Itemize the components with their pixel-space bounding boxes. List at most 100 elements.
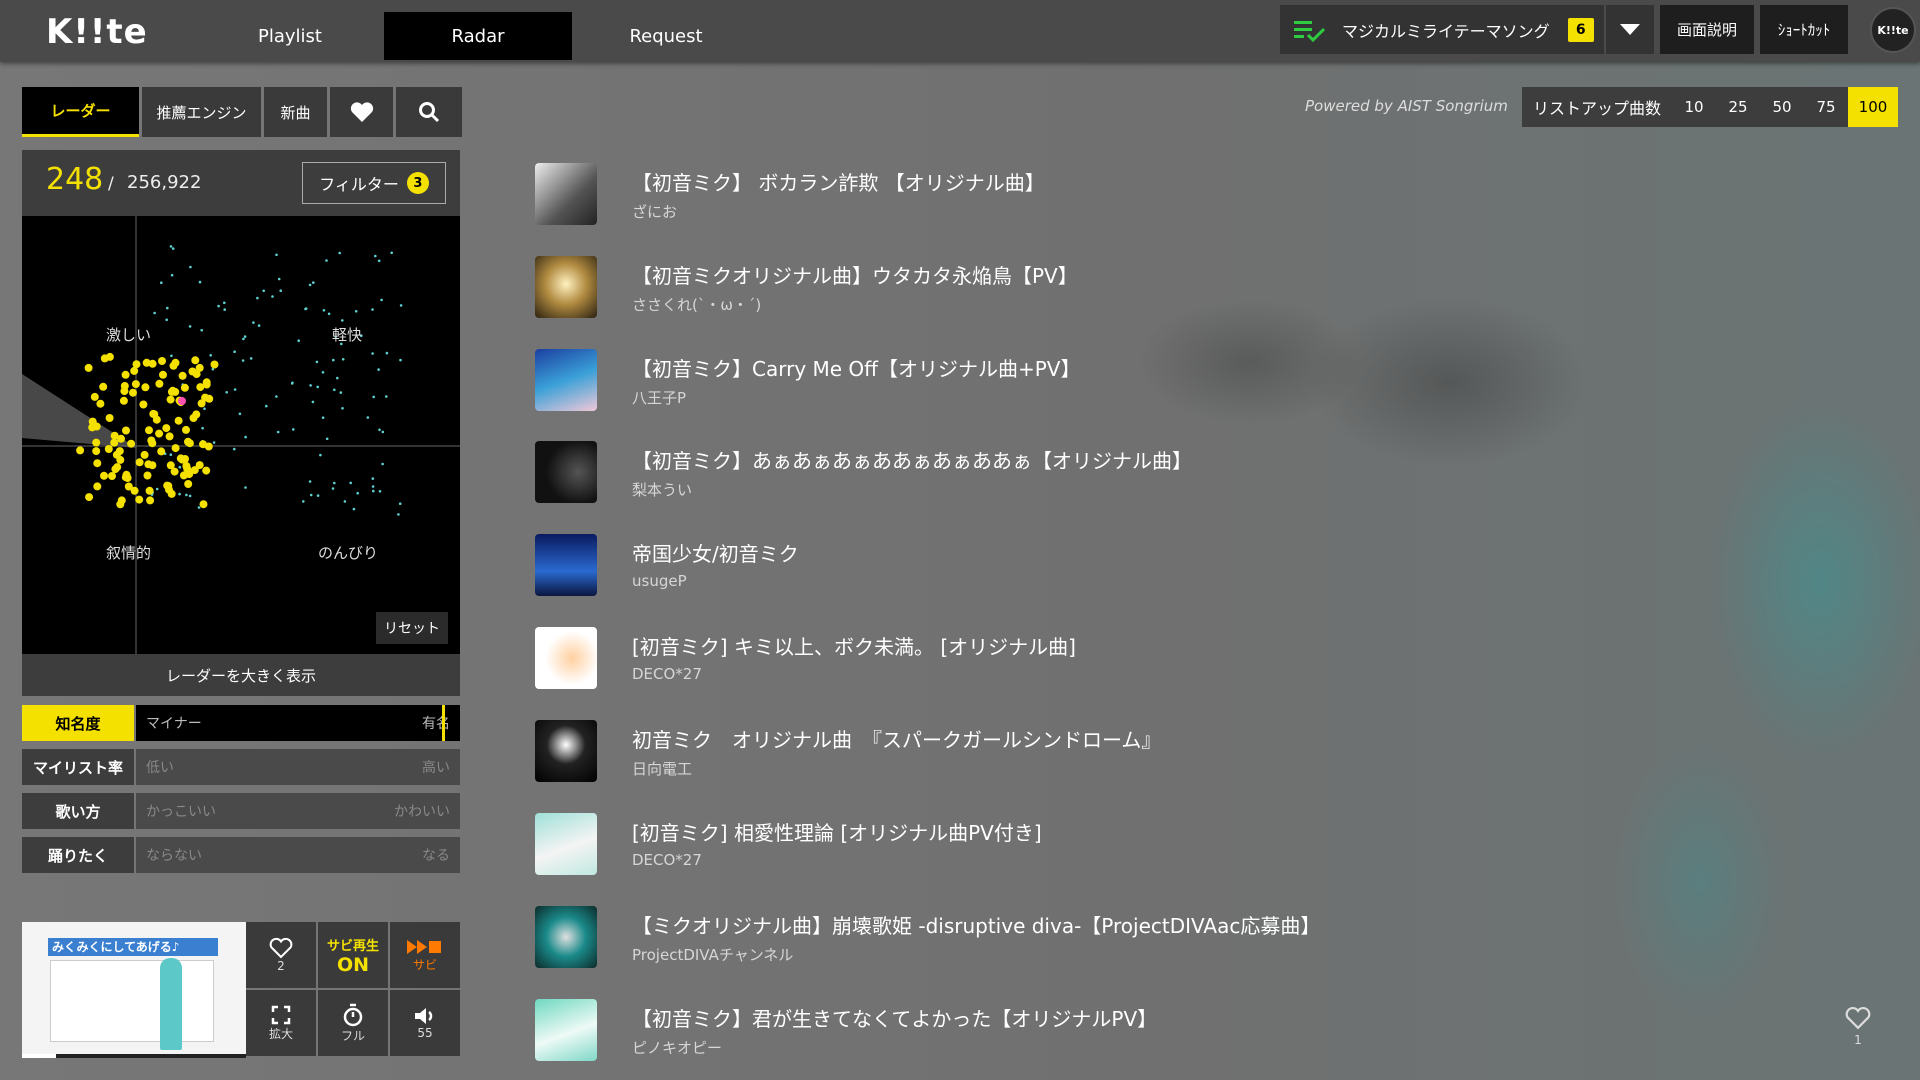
radar-song-dot[interactable] bbox=[271, 295, 274, 298]
radar-highlight-dot[interactable] bbox=[140, 450, 149, 459]
radar-highlight-dot[interactable] bbox=[205, 394, 214, 403]
radar-song-dot[interactable] bbox=[188, 325, 192, 328]
slider-track[interactable]: ならない なる bbox=[136, 837, 460, 873]
radar-song-dot[interactable] bbox=[171, 247, 175, 250]
radar-highlight-dot[interactable] bbox=[165, 485, 173, 494]
radar-highlight-dot[interactable] bbox=[197, 399, 206, 408]
radar-song-dot[interactable] bbox=[308, 283, 312, 287]
radar-song-dot[interactable] bbox=[398, 502, 402, 506]
radar-song-dot[interactable] bbox=[341, 319, 344, 322]
slider-handle[interactable] bbox=[441, 705, 445, 741]
radar-highlight-dot[interactable] bbox=[171, 358, 180, 367]
song-title[interactable]: [初音ミク] キミ以上、ボク未満。 [オリジナル曲] bbox=[632, 631, 1076, 660]
radar-song-dot[interactable] bbox=[309, 384, 312, 387]
favorite-button[interactable]: 2 bbox=[246, 922, 316, 988]
radar-highlight-dot[interactable] bbox=[92, 447, 101, 456]
radar-song-dot[interactable] bbox=[277, 277, 281, 281]
radar-highlight-dot[interactable] bbox=[100, 354, 109, 363]
radar-song-dot[interactable] bbox=[225, 391, 228, 394]
expand-player-button[interactable]: 拡大 bbox=[246, 990, 316, 1056]
radar-reset-button[interactable]: リセット bbox=[376, 612, 448, 644]
radar-song-dot[interactable] bbox=[349, 481, 353, 485]
radar-song-dot[interactable] bbox=[341, 407, 344, 410]
list-item[interactable]: 【ミクオリジナル曲】崩壊歌姫 -disruptive diva-【Project… bbox=[535, 906, 1835, 972]
listup-option-75[interactable]: 75 bbox=[1804, 87, 1848, 127]
avatar[interactable]: K!!te bbox=[1870, 7, 1916, 53]
radar-current-song-dot[interactable] bbox=[178, 397, 186, 405]
radar-song-dot[interactable] bbox=[338, 251, 342, 255]
radar-highlight-dot[interactable] bbox=[146, 496, 155, 505]
radar-highlight-dot[interactable] bbox=[210, 360, 219, 369]
song-title[interactable]: 【初音ミク】あぁあぁあぁああぁあぁああぁ【オリジナル曲】 bbox=[632, 445, 1192, 474]
app-logo[interactable]: K!!te bbox=[46, 12, 148, 52]
radar-song-dot[interactable] bbox=[385, 395, 388, 398]
radar-song-dot[interactable] bbox=[377, 259, 381, 263]
song-thumbnail[interactable] bbox=[535, 720, 597, 782]
radar-highlight-dot[interactable] bbox=[88, 417, 97, 426]
list-item[interactable]: 【初音ミク】あぁあぁあぁああぁあぁああぁ【オリジナル曲】 梨本うい bbox=[535, 441, 1835, 507]
radar-song-dot[interactable] bbox=[166, 306, 169, 310]
slider-popularity[interactable]: 知名度 マイナー 有名 bbox=[22, 705, 460, 741]
tab-radar[interactable]: Radar bbox=[384, 12, 572, 60]
radar-highlight-dot[interactable] bbox=[100, 471, 108, 480]
slider-mylist-rate[interactable]: マイリスト率 低い 高い bbox=[22, 749, 460, 785]
radar-song-dot[interactable] bbox=[316, 385, 320, 389]
list-item[interactable]: [初音ミク] キミ以上、ボク未満。 [オリジナル曲] DECO*27 bbox=[535, 627, 1835, 693]
radar-song-dot[interactable] bbox=[333, 481, 336, 485]
slider-track[interactable]: マイナー 有名 bbox=[136, 705, 460, 741]
radar-highlight-dot[interactable] bbox=[90, 392, 99, 401]
radar-song-dot[interactable] bbox=[160, 281, 163, 284]
radar-song-dot[interactable] bbox=[397, 513, 400, 516]
song-thumbnail[interactable] bbox=[535, 534, 597, 596]
radar-highlight-dot[interactable] bbox=[110, 438, 119, 447]
mood-radar[interactable]: 激しい 軽快 叙情的 のんびり リセット bbox=[22, 216, 460, 654]
radar-highlight-dot[interactable] bbox=[110, 431, 119, 440]
radar-song-dot[interactable] bbox=[197, 506, 201, 509]
radar-highlight-dot[interactable] bbox=[99, 382, 108, 391]
radar-highlight-dot[interactable] bbox=[135, 495, 144, 504]
radar-highlight-dot[interactable] bbox=[171, 444, 180, 453]
tab-request[interactable]: Request bbox=[572, 12, 760, 60]
radar-song-dot[interactable] bbox=[169, 245, 173, 248]
radar-highlight-dot[interactable] bbox=[115, 447, 124, 456]
radar-highlight-dot[interactable] bbox=[166, 395, 175, 404]
song-thumbnail[interactable] bbox=[535, 349, 597, 411]
listup-option-50[interactable]: 50 bbox=[1760, 87, 1804, 127]
radar-highlight-dot[interactable] bbox=[162, 424, 171, 433]
radar-song-dot[interactable] bbox=[189, 265, 192, 269]
radar-song-dot[interactable] bbox=[256, 296, 259, 300]
list-item[interactable]: 【初音ミクオリジナル曲】ウタカタ永焔鳥【PV】 ささくれ(`・ω・´) bbox=[535, 256, 1835, 322]
tab-new-songs[interactable]: 新曲 bbox=[264, 87, 327, 137]
radar-highlight-dot[interactable] bbox=[148, 359, 157, 368]
radar-highlight-dot[interactable] bbox=[145, 486, 154, 495]
song-artist[interactable]: DECO*27 bbox=[632, 665, 702, 683]
listup-option-25[interactable]: 25 bbox=[1716, 87, 1760, 127]
radar-song-dot[interactable] bbox=[223, 301, 226, 305]
radar-song-dot[interactable] bbox=[378, 428, 381, 432]
list-item[interactable]: 【初音ミク】Carry Me Off【オリジナル曲+PV】 八王子P bbox=[535, 349, 1835, 415]
radar-song-dot[interactable] bbox=[371, 485, 375, 488]
list-item[interactable]: [初音ミク] 相愛性理論 [オリジナル曲PV付き] DECO*27 bbox=[535, 813, 1835, 879]
radar-song-dot[interactable] bbox=[311, 400, 315, 404]
song-artist[interactable]: DECO*27 bbox=[632, 851, 702, 869]
radar-song-dot[interactable] bbox=[352, 507, 356, 511]
radar-highlight-dot[interactable] bbox=[157, 447, 166, 456]
radar-song-dot[interactable] bbox=[371, 308, 374, 311]
radar-song-dot[interactable] bbox=[316, 494, 320, 497]
radar-song-dot[interactable] bbox=[381, 462, 384, 466]
radar-song-dot[interactable] bbox=[241, 359, 245, 362]
skip-to-sabi-button[interactable]: サビ bbox=[390, 922, 460, 988]
radar-highlight-dot[interactable] bbox=[105, 414, 114, 422]
filter-button[interactable]: フィルター 3 bbox=[302, 162, 446, 204]
radar-song-dot[interactable] bbox=[366, 416, 370, 419]
radar-song-dot[interactable] bbox=[170, 354, 173, 358]
song-artist[interactable]: ProjectDIVAチャンネル bbox=[632, 944, 793, 965]
radar-highlight-dot[interactable] bbox=[141, 383, 150, 392]
radar-song-dot[interactable] bbox=[178, 465, 182, 469]
radar-song-dot[interactable] bbox=[325, 437, 329, 441]
list-favorite-button[interactable]: 1 bbox=[1841, 1006, 1875, 1047]
radar-highlight-dot[interactable] bbox=[121, 370, 130, 379]
song-artist[interactable]: ピノキオピー bbox=[632, 1037, 722, 1058]
radar-song-dot[interactable] bbox=[304, 307, 308, 310]
slider-track[interactable]: かっこいい かわいい bbox=[136, 793, 460, 829]
